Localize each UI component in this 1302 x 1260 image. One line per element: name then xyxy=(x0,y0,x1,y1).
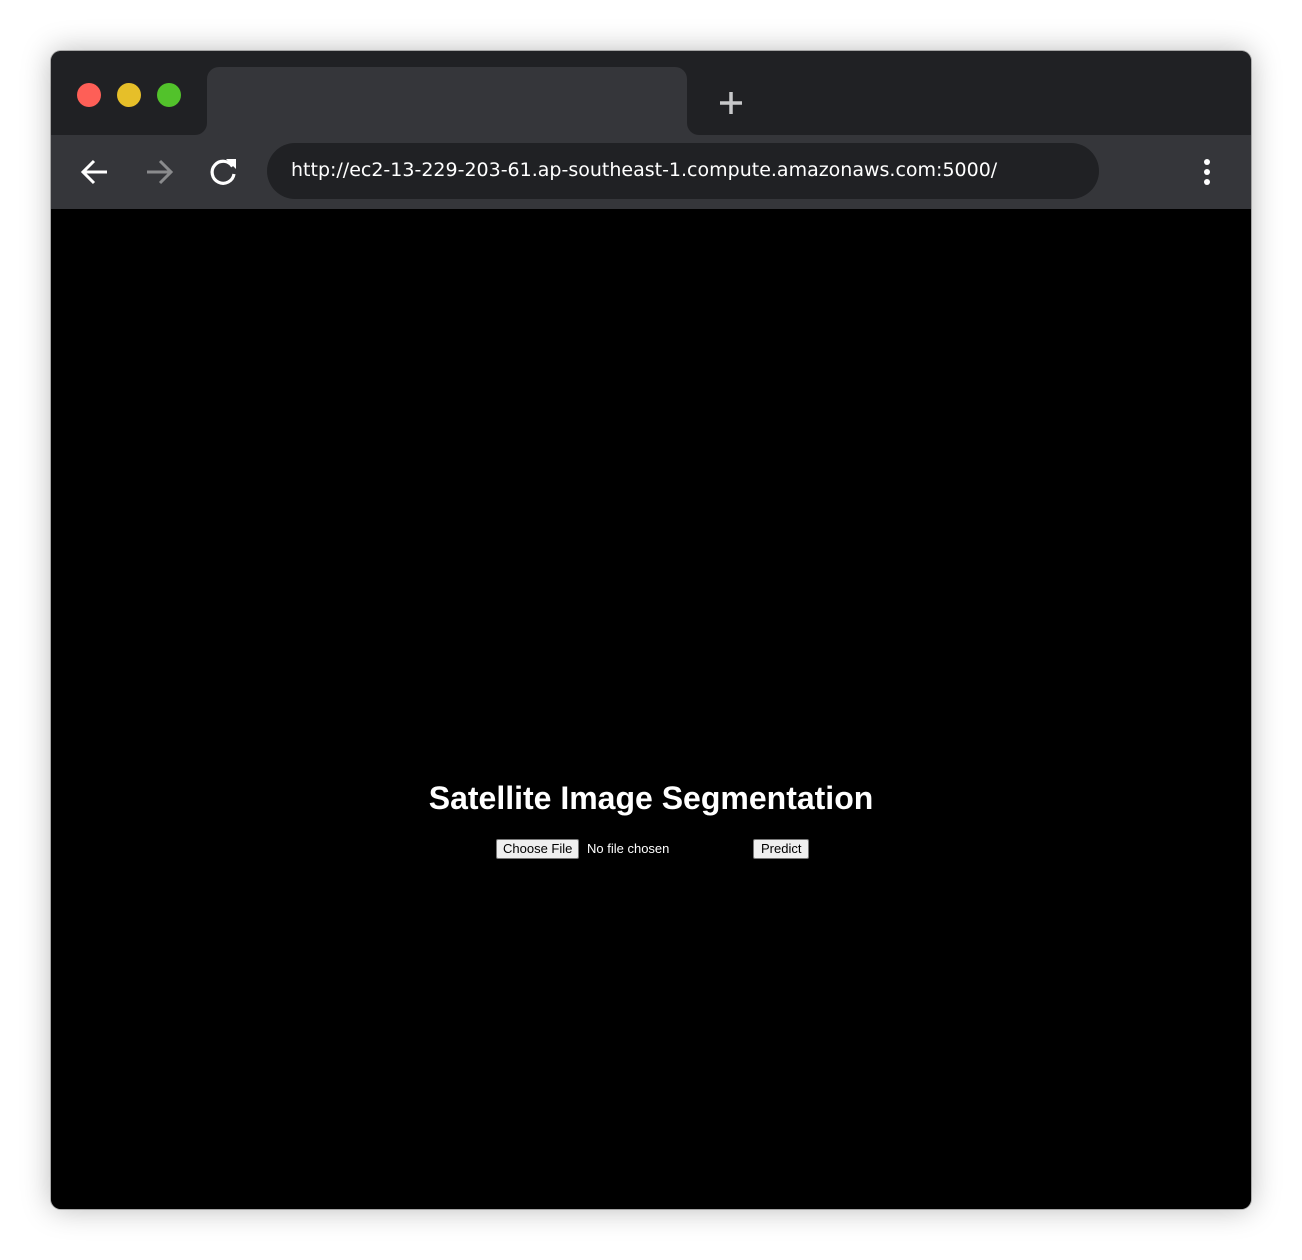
maximize-window-button[interactable] xyxy=(157,83,181,107)
arrow-right-icon xyxy=(147,159,174,185)
page-title: Satellite Image Segmentation xyxy=(428,780,874,816)
tab-strip xyxy=(51,51,1251,135)
address-bar[interactable]: http://ec2-13-229-203-61.ap-southeast-1.… xyxy=(267,143,1099,199)
back-button[interactable] xyxy=(78,155,112,189)
forward-button[interactable] xyxy=(142,155,176,189)
reload-button[interactable] xyxy=(206,155,240,189)
new-tab-button[interactable] xyxy=(715,87,747,119)
arrow-left-icon xyxy=(80,159,107,185)
active-tab[interactable] xyxy=(207,67,687,135)
close-window-button[interactable] xyxy=(77,83,101,107)
plus-icon xyxy=(720,92,742,114)
page-content: Satellite Image Segmentation Choose File… xyxy=(51,209,1251,1209)
minimize-window-button[interactable] xyxy=(117,83,141,107)
url-text: http://ec2-13-229-203-61.ap-southeast-1.… xyxy=(291,159,998,181)
browser-toolbar: http://ec2-13-229-203-61.ap-southeast-1.… xyxy=(51,135,1251,209)
choose-file-button[interactable]: Choose File xyxy=(496,839,580,859)
reload-icon xyxy=(210,159,236,185)
predict-button[interactable]: Predict xyxy=(753,839,810,859)
kebab-menu-icon xyxy=(1204,159,1210,185)
upload-form: Choose File No file chosen Predict xyxy=(496,838,816,860)
browser-menu-button[interactable] xyxy=(1195,155,1219,189)
file-status-text: No file chosen xyxy=(587,841,670,856)
browser-window: http://ec2-13-229-203-61.ap-southeast-1.… xyxy=(51,51,1251,1209)
